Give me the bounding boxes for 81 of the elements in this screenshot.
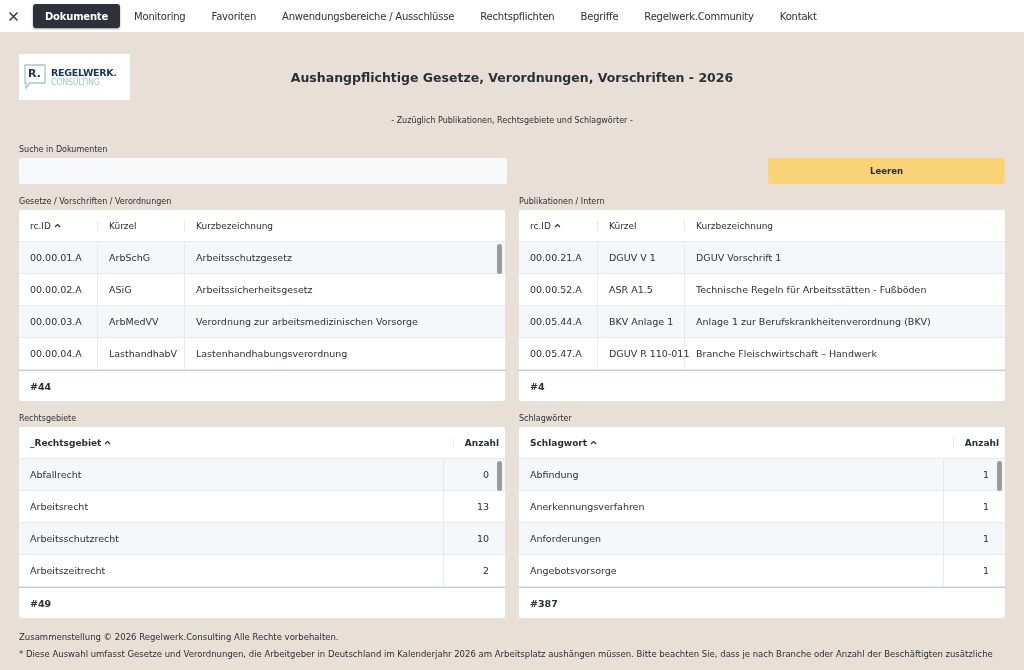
- table-cell-text: 1: [981, 500, 990, 514]
- table-cell: Arbeitszeitrecht: [19, 555, 444, 586]
- table-title: Rechtsgebiete: [19, 414, 78, 423]
- table-title: Gesetze / Vorschriften / Verordnungen: [19, 197, 173, 206]
- search-label: Suche in Dokumenten: [19, 145, 109, 154]
- row-count: #4: [530, 380, 545, 392]
- table-cell: 00.05.44.A: [519, 306, 598, 337]
- column-header[interactable]: Kurzbezeichnung: [185, 220, 505, 231]
- scrollbar-thumb[interactable]: [497, 244, 502, 274]
- column-header[interactable]: Anzahl: [454, 437, 505, 448]
- table-cell: Abfallrecht: [19, 459, 444, 490]
- row-count: #44: [30, 380, 52, 392]
- column-header[interactable]: rc.ID: [519, 220, 598, 231]
- scrollbar-thumb[interactable]: [997, 461, 1002, 491]
- table-cell: 00.00.02.A: [19, 274, 98, 305]
- table-cell: DGUV V 1: [598, 242, 685, 273]
- footnote-text: * Diese Auswahl umfasst Gesetze und Verordnungen, die Arbeitgeber in Deutschland im Kalenderjahr 2026 am Arbeitsplatz aushängen müssen. Bitte beachten Sie, dass je nach Branche oder Anzahl der Beschäftigten zusätzliche: [19, 649, 994, 659]
- table-cell-text: 1: [981, 564, 990, 578]
- page-subtitle: - Zuzüglich Publikationen, Rechtsgebiete und Schlagwörter -: [390, 116, 634, 125]
- table-cell: Anerkennungsverfahren: [519, 491, 944, 522]
- table-cell-text: Arbeitsschutzgesetz: [195, 251, 293, 265]
- logo: R. REGELWERK. CONSULTING: [19, 54, 130, 100]
- nav-tab[interactable]: Monitoring: [122, 4, 198, 28]
- table-cell-text: 0: [481, 468, 490, 482]
- column-header[interactable]: Kürzel: [598, 220, 685, 231]
- table-cell-text: Verordnung zur arbeitsmedizinischen Vorsorge: [195, 315, 419, 329]
- table-cell: Abfindung: [519, 459, 944, 490]
- column-header[interactable]: rc.ID: [19, 220, 98, 231]
- table-cell: 00.00.21.A: [519, 242, 598, 273]
- table-cell-text: 13: [475, 500, 490, 514]
- table-cell: Arbeitsschutzrecht: [19, 523, 444, 554]
- table-cell: ArbMedVV: [98, 306, 185, 337]
- table-cell: ASiG: [98, 274, 185, 305]
- column-header[interactable]: Schlagwort: [519, 437, 954, 448]
- column-header[interactable]: Kürzel: [98, 220, 185, 231]
- table-cell: Angebotsvorsorge: [519, 555, 944, 586]
- table-cell: LasthandhabV: [98, 338, 185, 369]
- table-cell: 00.00.04.A: [19, 338, 98, 369]
- sort-chevron-icon: [104, 440, 112, 445]
- scrollbar-thumb[interactable]: [497, 461, 502, 491]
- speech-bubble-icon: [24, 64, 46, 90]
- table-cell-text: Technische Regeln für Arbeitsstätten - Fußböden: [695, 283, 928, 297]
- table-cell: 00.00.01.A: [19, 242, 98, 273]
- nav-tab[interactable]: Favoriten: [199, 4, 268, 28]
- column-header[interactable]: Kurzbezeichnung: [685, 220, 1005, 231]
- page-title: Aushangpflichtige Gesetze, Verordnungen, Vorschriften - 2026: [290, 69, 734, 85]
- column-header[interactable]: _Rechtsgebiet: [19, 437, 454, 448]
- nav-tab[interactable]: Rechtspflichten: [468, 4, 567, 28]
- search-field[interactable]: [19, 158, 507, 184]
- nav-tab[interactable]: Begriffe: [568, 4, 631, 28]
- nav-tab[interactable]: Dokumente: [33, 4, 121, 28]
- close-icon[interactable]: [8, 10, 19, 22]
- clear-button[interactable]: Leeren: [768, 158, 1005, 184]
- sort-chevron-icon: [53, 223, 61, 228]
- table-cell-text: 2: [481, 564, 490, 578]
- nav-tab[interactable]: Kontakt: [767, 4, 829, 28]
- sort-chevron-icon: [590, 440, 598, 445]
- table-cell-text: 1: [981, 468, 990, 482]
- table-cell-text: Lastenhandhabungsverordnung: [195, 347, 349, 361]
- nav-tab[interactable]: Anwendungsbereiche / Ausschlüsse: [270, 4, 467, 28]
- table-cell-text: DGUV Vorschrift 1: [695, 251, 783, 265]
- table-cell: BKV Anlage 1: [598, 306, 685, 337]
- row-count: #387: [530, 597, 558, 609]
- row-count: #49: [30, 597, 52, 609]
- table-cell: Anforderungen: [519, 523, 944, 554]
- copyright-text: Zusammenstellung © 2026 Regelwerk.Consulting Alle Rechte vorbehalten.: [19, 632, 340, 642]
- table-cell: ASR A1.5: [598, 274, 685, 305]
- table-cell: Arbeitsrecht: [19, 491, 444, 522]
- table-cell: 00.00.03.A: [19, 306, 98, 337]
- column-header[interactable]: Anzahl: [954, 437, 1005, 448]
- table-title: Schlagwörter: [519, 414, 573, 423]
- table-cell-text: Anlage 1 zur Berufskrankheitenverordnung (BKV): [695, 315, 932, 329]
- table-cell-text: 10: [475, 532, 490, 546]
- table-cell: 00.00.52.A: [519, 274, 598, 305]
- table-cell: ArbSchG: [98, 242, 185, 273]
- table-cell-text: Arbeitssicherheitsgesetz: [195, 283, 314, 297]
- table-title: Publikationen / Intern: [519, 197, 606, 206]
- table-cell-text: 1: [981, 532, 990, 546]
- nav-tab[interactable]: Regelwerk.Community: [632, 4, 766, 28]
- sort-chevron-icon: [553, 223, 561, 228]
- table-cell: 00.05.47.A: [519, 338, 598, 369]
